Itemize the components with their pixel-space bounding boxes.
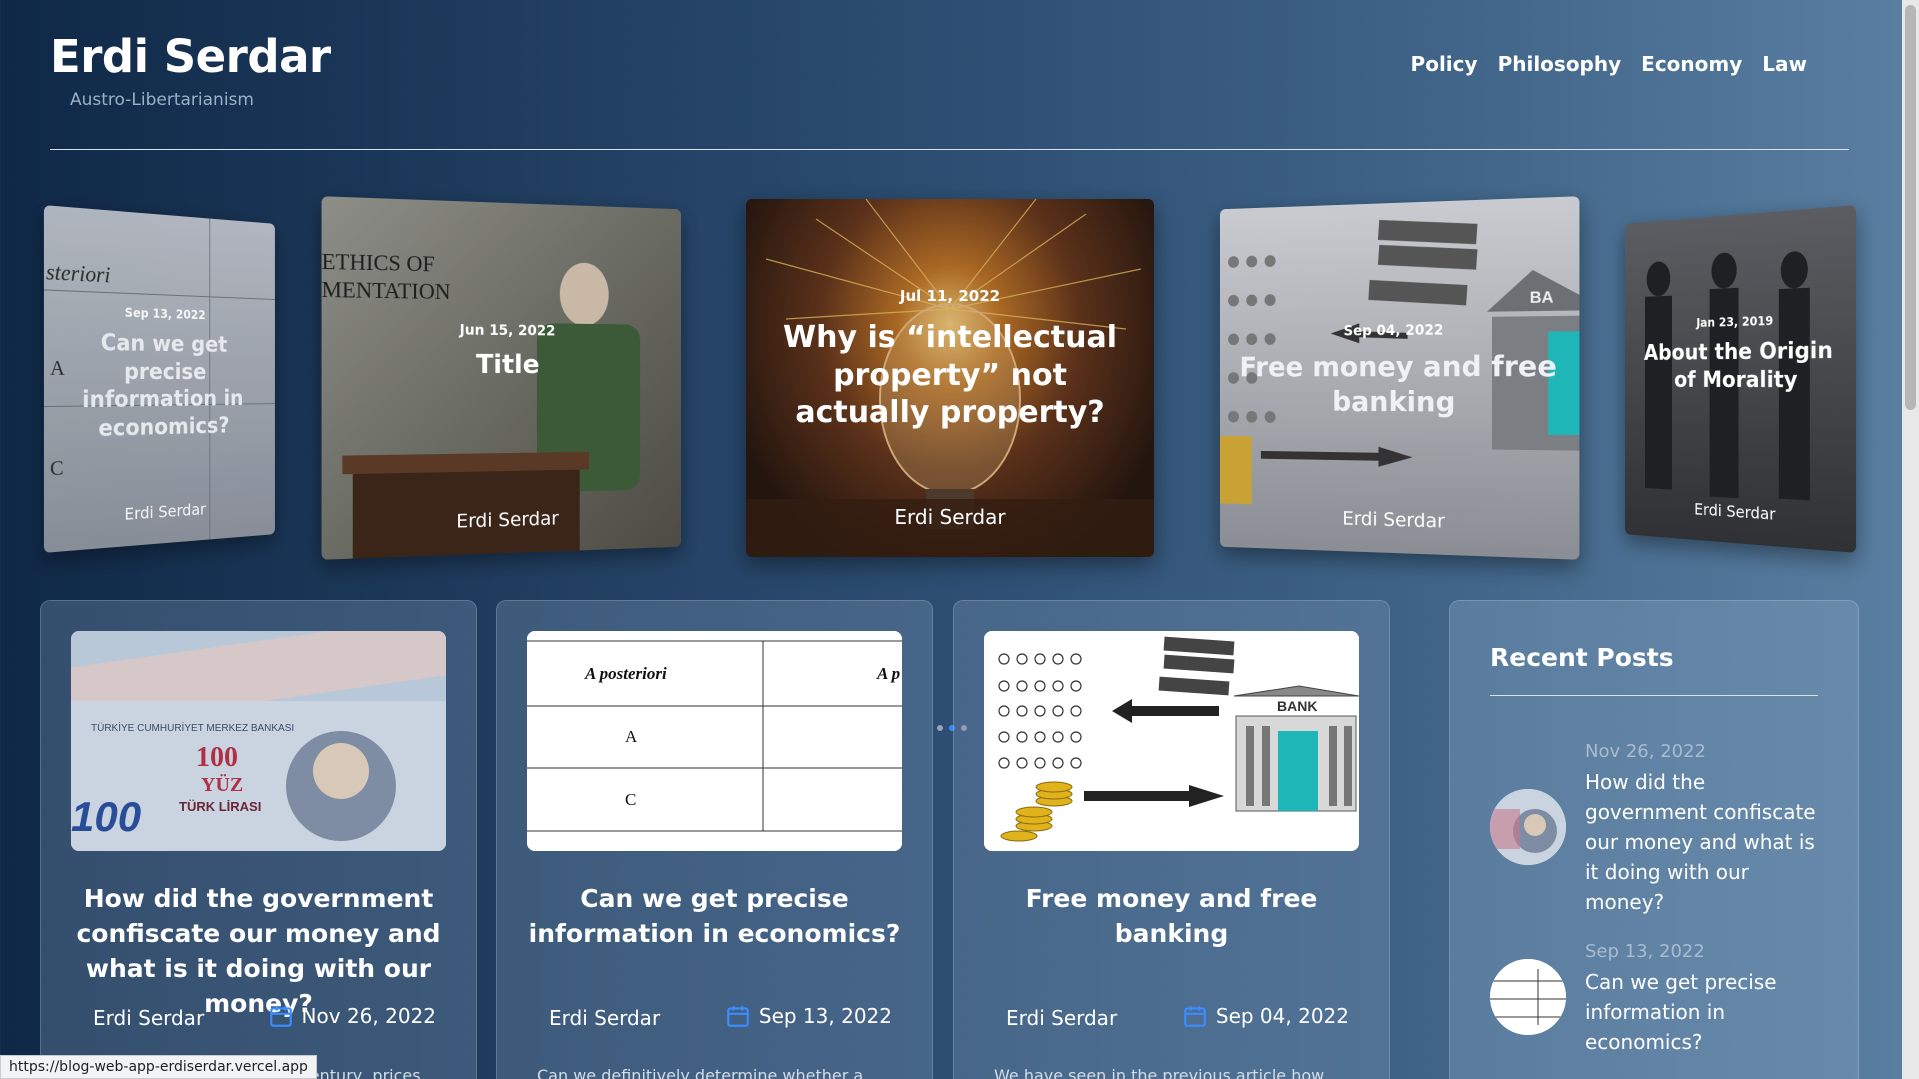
svg-text:100: 100 <box>196 742 238 773</box>
nav-economy[interactable]: Economy <box>1641 52 1742 76</box>
nav-philosophy[interactable]: Philosophy <box>1498 52 1622 76</box>
carousel-slide[interactable]: Jan 23, 2019 About the Origin of Moralit… <box>1625 205 1857 553</box>
site-title[interactable]: Erdi Serdar <box>50 30 331 83</box>
scrollbar-thumb[interactable] <box>1905 5 1916 410</box>
slide-overlay: Jun 15, 2022 Title Erdi Serdar <box>322 196 682 560</box>
post-date: Sep 04, 2022 <box>1182 1003 1349 1029</box>
slide-overlay: Jan 23, 2019 About the Origin of Moralit… <box>1625 205 1856 553</box>
slide-author: Erdi Serdar <box>1342 507 1445 533</box>
svg-text:BANK: BANK <box>1277 698 1317 714</box>
slide-date: Sep 13, 2022 <box>124 305 206 323</box>
post-thumbnail: A posteriori A p A C <box>527 631 902 851</box>
slide-title: Title <box>475 349 540 381</box>
svg-text:C: C <box>625 790 636 809</box>
svg-text:TÜRKİYE CUMHURİYET MERKEZ BANK: TÜRKİYE CUMHURİYET MERKEZ BANKASI <box>91 721 294 734</box>
slide-date: Jan 23, 2019 <box>1696 313 1774 330</box>
svg-text:A p: A p <box>876 664 900 683</box>
slide-overlay: Sep 04, 2022 Free money and free banking… <box>1220 196 1580 560</box>
post-excerpt: We have seen in the previous article how <box>994 1066 1325 1079</box>
post-card[interactable]: BANK Free money and free banking Erdi Se… <box>953 600 1390 1079</box>
carousel-slide[interactable]: BA Sep 04, 2022 Free money and free bank… <box>1219 196 1580 560</box>
slide-author: Erdi Serdar <box>894 505 1006 529</box>
page-scrollbar[interactable] <box>1902 0 1919 1079</box>
post-title[interactable]: Free money and free banking <box>974 881 1369 951</box>
svg-text:YÜZ: YÜZ <box>201 773 243 796</box>
svg-text:100: 100 <box>71 793 141 840</box>
nav-law[interactable]: Law <box>1762 52 1807 76</box>
slide-author: Erdi Serdar <box>1694 499 1776 524</box>
post-title[interactable]: How did the government confiscate our mo… <box>61 881 456 1021</box>
post-title[interactable]: Can we get precise information in econom… <box>517 881 912 951</box>
post-card[interactable]: A posteriori A p A C Can we get precise … <box>496 600 933 1079</box>
slide-date: Jul 11, 2022 <box>899 287 1001 305</box>
post-author: Erdi Serdar <box>549 1006 661 1030</box>
link-status-bar: https://blog-web-app-erdiserdar.vercel.a… <box>0 1055 317 1079</box>
calendar-icon <box>727 1006 749 1027</box>
slide-author: Erdi Serdar <box>124 499 206 524</box>
slide-date: Sep 04, 2022 <box>1343 322 1444 340</box>
post-thumbnail: BANK <box>984 631 1359 851</box>
recent-post-title[interactable]: How did the government confiscate our mo… <box>1585 767 1830 917</box>
post-thumbnail: TÜRKİYE CUMHURİYET MERKEZ BANKASI 100 YÜ… <box>71 631 446 851</box>
post-date-text: Sep 13, 2022 <box>758 1004 892 1028</box>
post-date: Sep 13, 2022 <box>725 1003 892 1029</box>
carousel-dot[interactable] <box>937 725 943 731</box>
site-header: Erdi Serdar Austro-Libertarianism Policy… <box>50 30 1850 150</box>
post-date-text: Sep 04, 2022 <box>1215 1004 1349 1028</box>
site-subtitle: Austro-Libertarianism <box>70 90 254 110</box>
slide-author: Erdi Serdar <box>456 507 559 533</box>
recent-post-thumbnail <box>1490 789 1566 865</box>
recent-post-title[interactable]: Can we get precise information in econom… <box>1585 967 1830 1057</box>
slide-overlay: Jul 11, 2022 Why is “intellectual proper… <box>746 199 1154 557</box>
recent-post-date: Nov 26, 2022 <box>1585 741 1707 762</box>
post-author: Erdi Serdar <box>93 1006 205 1030</box>
post-date: Nov 26, 2022 <box>268 1003 436 1029</box>
post-excerpt: Can we definitively determine whether a <box>537 1066 864 1079</box>
recent-posts-divider <box>1490 695 1818 696</box>
calendar-icon <box>1184 1006 1206 1027</box>
header-divider <box>50 149 1849 150</box>
featured-carousel: steriori A C Sep 13, 2022 Can we get pre… <box>0 195 1900 731</box>
recent-posts-title: Recent Posts <box>1490 643 1674 672</box>
slide-title: About the Origin of Morality <box>1643 338 1833 393</box>
carousel-slide[interactable]: ETHICS OF MENTATION Jun 15, 2022 Title E… <box>321 196 682 560</box>
slide-title: Can we get precise information in econom… <box>82 330 244 442</box>
svg-text:TÜRK LİRASI: TÜRK LİRASI <box>179 799 261 814</box>
svg-text:A: A <box>625 727 638 746</box>
post-excerpt: century, prices <box>301 1066 421 1079</box>
svg-text:A posteriori: A posteriori <box>584 664 667 683</box>
post-author: Erdi Serdar <box>1006 1006 1118 1030</box>
recent-post-item[interactable]: Nov 26, 2022 How did the government conf… <box>1490 741 1830 921</box>
recent-post-thumbnail <box>1490 959 1566 1035</box>
main-nav: Policy Philosophy Economy Law <box>1411 52 1807 76</box>
recent-posts-panel: Recent Posts Nov 26, 2022 How did the go… <box>1449 600 1859 1079</box>
slide-title: Why is “intellectual property” not actua… <box>783 320 1117 430</box>
slide-overlay: Sep 13, 2022 Can we get precise informat… <box>44 205 275 553</box>
nav-policy[interactable]: Policy <box>1411 52 1478 76</box>
slide-date: Jun 15, 2022 <box>459 322 556 340</box>
post-card[interactable]: TÜRKİYE CUMHURİYET MERKEZ BANKASI 100 YÜ… <box>40 600 477 1079</box>
recent-post-date: Sep 13, 2022 <box>1585 941 1705 962</box>
carousel-slide-active[interactable]: Jul 11, 2022 Why is “intellectual proper… <box>746 199 1154 557</box>
slide-title: Free money and free banking <box>1239 349 1557 419</box>
carousel-slide[interactable]: steriori A C Sep 13, 2022 Can we get pre… <box>43 205 275 553</box>
calendar-icon <box>269 1006 292 1027</box>
recent-post-item[interactable]: Sep 13, 2022 Can we get precise informat… <box>1490 941 1830 1079</box>
post-date-text: Nov 26, 2022 <box>301 1004 436 1028</box>
